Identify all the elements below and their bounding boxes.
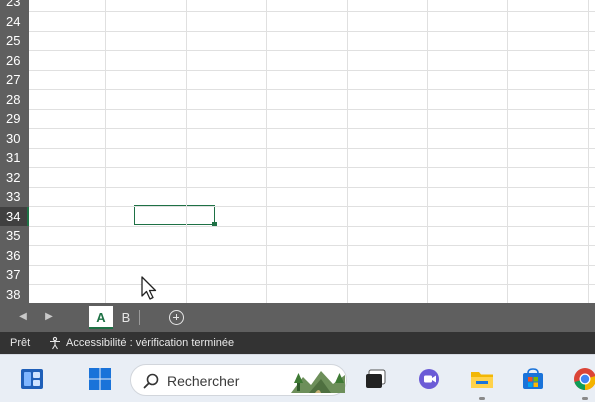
row-gridline [29, 284, 595, 285]
column-gridline [588, 0, 589, 303]
row-header-25[interactable]: 25 [0, 31, 29, 50]
row-header-34[interactable]: 34 [0, 206, 29, 226]
column-gridline [105, 0, 106, 303]
tab-divider [139, 310, 140, 325]
row-header-26[interactable]: 26 [0, 51, 29, 70]
windows-start-icon[interactable] [88, 367, 112, 391]
column-gridline [427, 0, 428, 303]
microsoft-store-icon[interactable] [521, 367, 545, 391]
row-header-24[interactable]: 24 [0, 12, 29, 31]
search-highlight-icon [291, 371, 345, 393]
row-header-30[interactable]: 30 [0, 129, 29, 148]
row-gridline [29, 264, 595, 266]
taskbar-search[interactable]: Rechercher [130, 364, 347, 396]
row-gridline [29, 69, 595, 71]
row-header-23[interactable]: 23 [0, 0, 29, 11]
mouse-pointer-icon [141, 276, 157, 300]
row-header-33[interactable]: 33 [0, 187, 29, 206]
chevron-right-icon[interactable]: ▶ [42, 310, 56, 324]
row-gridline [29, 225, 595, 227]
accessibility-icon[interactable] [48, 336, 62, 350]
plus-circle-icon[interactable] [169, 310, 184, 325]
column-gridline [186, 0, 187, 303]
row-gridline [29, 167, 595, 168]
accessibility-status[interactable]: Accessibilité : vérification terminée [66, 337, 234, 349]
active-cell[interactable] [134, 205, 215, 225]
row-header-37[interactable]: 37 [0, 265, 29, 284]
row-header-29[interactable]: 29 [0, 109, 29, 128]
row-header-32[interactable]: 32 [0, 168, 29, 187]
row-header-35[interactable]: 35 [0, 226, 29, 245]
row-gridline [29, 11, 595, 12]
taskbar: Rechercher [0, 354, 595, 402]
row-gridline [29, 128, 595, 129]
chevron-left-icon[interactable]: ◀ [16, 310, 30, 324]
sheet-tab-b[interactable]: B [117, 306, 135, 329]
row-gridline [29, 89, 595, 90]
teams-chat-icon[interactable] [418, 367, 442, 391]
row-gridline [29, 245, 595, 246]
row-gridline [29, 147, 595, 149]
column-gridline [266, 0, 267, 303]
running-indicator [479, 397, 485, 400]
row-headers: 23 24 25 26 27 28 29 30 31 32 33 34 35 36 37 38 [0, 0, 29, 303]
row-gridline [29, 30, 595, 32]
column-gridline [507, 0, 508, 303]
widgets-icon[interactable] [20, 367, 44, 391]
sheet-tab-bar: ◀ ▶ A B [0, 303, 595, 332]
running-indicator [582, 397, 588, 400]
task-view-icon[interactable] [364, 367, 388, 391]
row-header-31[interactable]: 31 [0, 148, 29, 167]
row-header-28[interactable]: 28 [0, 90, 29, 109]
status-bar: Prêt Accessibilité : vérification termin… [0, 332, 595, 354]
row-gridline [29, 108, 595, 110]
cell-area[interactable] [29, 0, 595, 303]
row-header-38[interactable]: 38 [0, 285, 29, 304]
row-header-36[interactable]: 36 [0, 246, 29, 265]
file-explorer-icon[interactable] [470, 367, 494, 391]
search-icon [143, 373, 159, 389]
worksheet-grid[interactable]: 23 24 25 26 27 28 29 30 31 32 33 34 35 36 37 38 [0, 0, 595, 303]
status-ready-label: Prêt [10, 337, 31, 349]
row-header-27[interactable]: 27 [0, 70, 29, 89]
sheet-tab-a[interactable]: A [89, 306, 113, 329]
column-gridline [347, 0, 348, 303]
row-gridline [29, 186, 595, 188]
row-gridline [29, 206, 595, 207]
row-gridline [29, 50, 595, 51]
search-placeholder: Rechercher [167, 373, 240, 389]
chrome-icon[interactable] [573, 367, 595, 391]
